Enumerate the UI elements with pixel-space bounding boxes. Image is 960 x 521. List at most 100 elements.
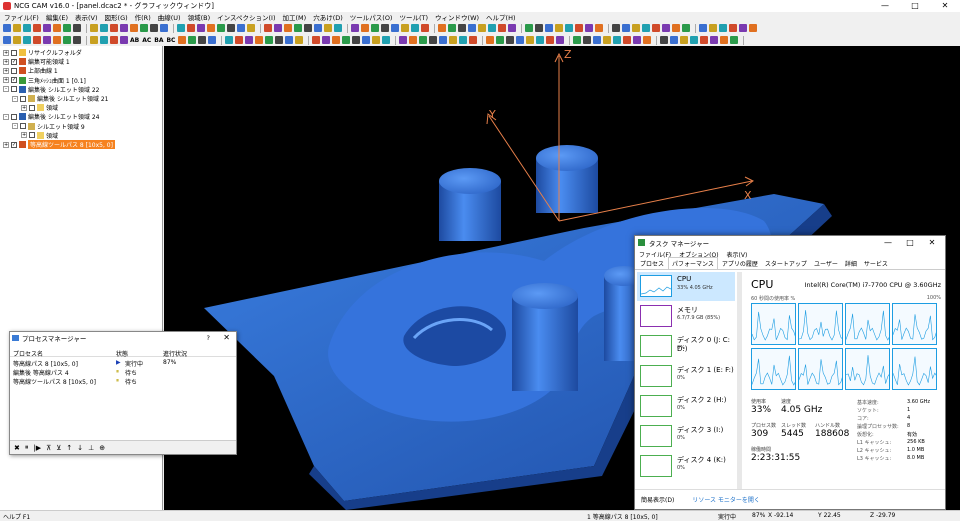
toolbar-tool-icon[interactable] bbox=[372, 36, 381, 44]
toolbar-tool-icon[interactable] bbox=[593, 36, 602, 44]
toolbar-tool-icon[interactable] bbox=[314, 24, 322, 32]
process-row[interactable]: 等高線パス 8 [10x5, 0] ▶ 実行中 87% bbox=[10, 358, 236, 368]
toolbar-tool-icon[interactable] bbox=[100, 36, 108, 44]
toolbar-tool-icon[interactable] bbox=[573, 36, 582, 44]
toolbar-tool-icon[interactable] bbox=[612, 24, 620, 32]
fewer-details-button[interactable]: 簡易表示(D) bbox=[641, 495, 674, 504]
toolbar-tool-icon[interactable] bbox=[478, 24, 486, 32]
tm-tab[interactable]: アプリの履歴 bbox=[719, 258, 761, 269]
expand-toggle-icon[interactable]: - bbox=[3, 113, 9, 120]
toolbar-tool-icon[interactable] bbox=[140, 24, 148, 32]
tm-tab[interactable]: ユーザー bbox=[811, 258, 841, 269]
toolbar-tool-icon[interactable] bbox=[43, 36, 51, 44]
toolbar-tool-icon[interactable] bbox=[177, 24, 185, 32]
visibility-checkbox[interactable]: ✓ bbox=[11, 58, 17, 65]
toolbar-tool-icon[interactable] bbox=[120, 24, 128, 32]
menu-item[interactable]: ヘルプ(H) bbox=[486, 12, 515, 22]
maximize-button[interactable]: □ bbox=[900, 0, 930, 12]
visibility-checkbox[interactable]: ✓ bbox=[11, 77, 17, 84]
toolbar-tool-icon[interactable] bbox=[623, 36, 632, 44]
toolbar-tool-icon[interactable] bbox=[245, 36, 254, 44]
device-list[interactable]: CPU 33% 4.05 GHz メモリ 6.7/7.9 GB (85%) ディスク 0… bbox=[637, 272, 735, 490]
toolbar-tool-icon[interactable] bbox=[458, 24, 466, 32]
toolbar-tool-icon[interactable] bbox=[546, 36, 555, 44]
device-item[interactable]: CPU 33% 4.05 GHz bbox=[637, 272, 735, 301]
toolbar-tool-icon[interactable] bbox=[438, 24, 446, 32]
task-manager-window[interactable]: タスク マネージャー — □ ✕ ファイル(F) オプション(O) 表示(V) プロ… bbox=[634, 235, 946, 510]
close-button[interactable]: ✕ bbox=[930, 0, 960, 12]
toolbar-tool-icon[interactable] bbox=[90, 24, 98, 32]
tm-tab[interactable]: スタートアップ bbox=[762, 258, 810, 269]
toolbar-tool-icon[interactable] bbox=[585, 24, 593, 32]
visibility-checkbox[interactable] bbox=[20, 123, 26, 130]
col-progress[interactable]: 進行状況 bbox=[163, 349, 187, 358]
col-state[interactable]: 状態 bbox=[116, 349, 128, 358]
toolbar-tool-icon[interactable] bbox=[516, 36, 525, 44]
toolbar-tool-icon[interactable] bbox=[633, 36, 642, 44]
visibility-checkbox[interactable] bbox=[29, 104, 35, 111]
toolbar-tool-icon[interactable] bbox=[187, 24, 195, 32]
toolbar-tool-icon[interactable] bbox=[23, 24, 31, 32]
toolbar-tool-icon[interactable] bbox=[160, 24, 168, 32]
toolbar-tool-icon[interactable] bbox=[63, 24, 71, 32]
toolbar-tool-icon[interactable] bbox=[498, 24, 506, 32]
toolbar-tool-icon[interactable] bbox=[391, 24, 399, 32]
toolbar-tool-icon[interactable] bbox=[90, 36, 98, 44]
tm-close-button[interactable]: ✕ bbox=[921, 236, 943, 249]
device-item[interactable]: メモリ 6.7/7.9 GB (85%) bbox=[637, 302, 735, 331]
toolbar-tool-icon[interactable] bbox=[583, 36, 592, 44]
toolbar-tool-icon[interactable] bbox=[361, 24, 369, 32]
task-manager-titlebar[interactable]: タスク マネージャー — □ ✕ bbox=[635, 236, 945, 249]
col-process-name[interactable]: プロセス名 bbox=[13, 349, 43, 358]
toolbar-tool-icon[interactable] bbox=[429, 36, 438, 44]
toolbar-tool-icon[interactable] bbox=[448, 24, 456, 32]
toolbar-tool-icon[interactable] bbox=[536, 36, 545, 44]
toolbar-tool-icon[interactable] bbox=[508, 24, 516, 32]
toolbar-tool-icon[interactable] bbox=[729, 24, 737, 32]
toolbar-tool-icon[interactable] bbox=[672, 24, 680, 32]
toolbar-tool-icon[interactable] bbox=[535, 24, 543, 32]
process-tool-button[interactable]: ⊼ bbox=[46, 444, 51, 452]
toolbar-text-button[interactable]: BA bbox=[154, 37, 163, 44]
process-tool-button[interactable]: ⏸ bbox=[25, 443, 29, 452]
visibility-checkbox[interactable] bbox=[11, 67, 17, 74]
toolbar-tool-icon[interactable] bbox=[719, 24, 727, 32]
process-manager-titlebar[interactable]: プロセスマネージャー ? ✕ bbox=[10, 332, 236, 344]
tree-node[interactable]: + ✓ 編集可能領域 1 bbox=[3, 57, 70, 66]
toolbar-tool-icon[interactable] bbox=[110, 24, 118, 32]
toolbar-tool-icon[interactable] bbox=[525, 24, 533, 32]
toolbar-tool-icon[interactable] bbox=[690, 36, 699, 44]
visibility-checkbox[interactable] bbox=[20, 95, 26, 102]
toolbar-tool-icon[interactable] bbox=[285, 36, 294, 44]
tree-node[interactable]: + ✓ 等高線ツールパス 8 [10x5, 0] bbox=[3, 140, 115, 149]
tree-node[interactable]: - 編集後 シルエット領域 24 bbox=[3, 112, 99, 121]
toolbar-tool-icon[interactable] bbox=[469, 36, 478, 44]
toolbar-tool-icon[interactable] bbox=[556, 36, 565, 44]
process-tool-button[interactable]: ⊥ bbox=[88, 444, 94, 452]
toolbar-tool-icon[interactable] bbox=[3, 24, 11, 32]
toolbar-tool-icon[interactable] bbox=[33, 24, 41, 32]
toolbar-tool-icon[interactable] bbox=[237, 24, 245, 32]
visibility-checkbox[interactable] bbox=[29, 132, 35, 139]
toolbar-tool-icon[interactable] bbox=[197, 24, 205, 32]
expand-toggle-icon[interactable]: - bbox=[3, 86, 9, 93]
toolbar-tool-icon[interactable] bbox=[662, 24, 670, 32]
toolbar-tool-icon[interactable] bbox=[43, 24, 51, 32]
toolbar-tool-icon[interactable] bbox=[264, 24, 272, 32]
toolbar-tool-icon[interactable] bbox=[120, 36, 128, 44]
expand-toggle-icon[interactable]: + bbox=[3, 58, 9, 65]
toolbar-tool-icon[interactable] bbox=[613, 36, 622, 44]
process-tool-button[interactable]: |▶ bbox=[33, 444, 41, 452]
toolbar-text-button[interactable]: AC bbox=[142, 37, 151, 44]
toolbar-tool-icon[interactable] bbox=[526, 36, 535, 44]
toolbar-tool-icon[interactable] bbox=[265, 36, 274, 44]
toolbar-tool-icon[interactable] bbox=[110, 36, 118, 44]
toolbar-tool-icon[interactable] bbox=[342, 36, 351, 44]
toolbar-tool-icon[interactable] bbox=[682, 24, 690, 32]
toolbar-tool-icon[interactable] bbox=[486, 36, 495, 44]
toolbar-tool-icon[interactable] bbox=[23, 36, 31, 44]
menu-item[interactable]: ツール(T) bbox=[399, 12, 428, 22]
toolbar-tool-icon[interactable] bbox=[352, 36, 361, 44]
visibility-checkbox[interactable]: ✓ bbox=[11, 141, 17, 148]
toolbar-tool-icon[interactable] bbox=[63, 36, 71, 44]
